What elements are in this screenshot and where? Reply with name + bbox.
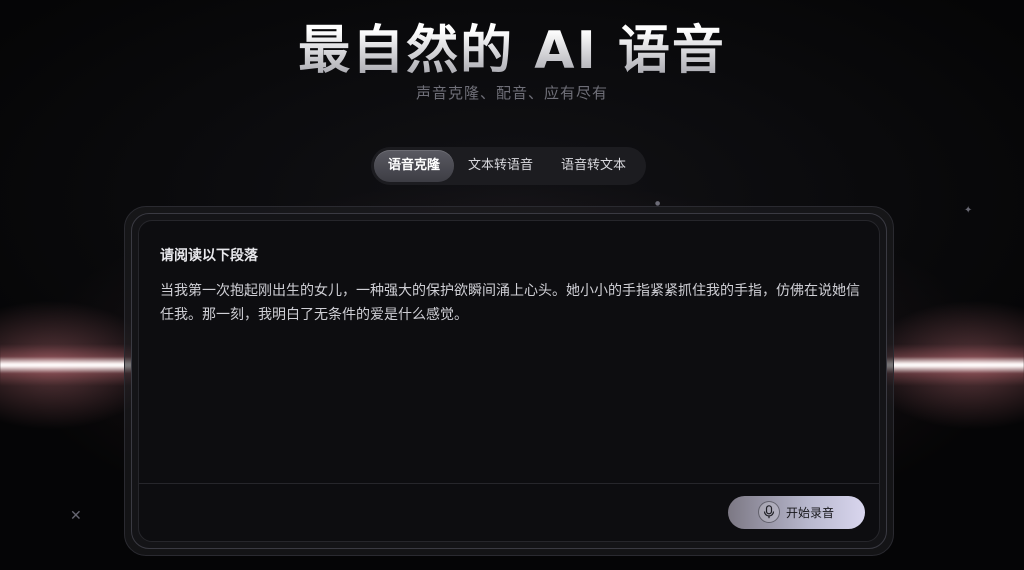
tab-text-to-speech[interactable]: 文本转语音: [454, 150, 547, 182]
landing-page: ✦ ✕ ● 最自然的 AI 语音 声音克隆、配音、应有尽有 语音克隆 文本转语音…: [0, 0, 1024, 570]
star-sparkle-icon: ✦: [964, 205, 973, 216]
light-beam-right: [874, 344, 1024, 386]
card-divider: [139, 483, 879, 484]
reading-card: 请阅读以下段落 当我第一次抱起刚出生的女儿，一种强大的保护欲瞬间涌上心头。她小小…: [138, 220, 880, 542]
tab-speech-to-text[interactable]: 语音转文本: [547, 150, 640, 182]
mode-tabs: 语音克隆 文本转语音 语音转文本: [371, 147, 646, 185]
tab-voice-clone[interactable]: 语音克隆: [374, 150, 455, 182]
page-subtitle: 声音克隆、配音、应有尽有: [415, 84, 608, 102]
microphone-icon: [758, 501, 780, 523]
start-recording-button[interactable]: 开始录音: [728, 496, 865, 529]
start-recording-label: 开始录音: [786, 506, 835, 520]
reading-heading: 请阅读以下段落: [160, 248, 258, 264]
star-sparkle-icon: ✕: [70, 508, 82, 524]
page-title: 最自然的 AI 语音: [0, 8, 1024, 83]
reading-passage: 当我第一次抱起刚出生的女儿，一种强大的保护欲瞬间涌上心头。她小小的手指紧紧抓住我…: [160, 283, 860, 323]
